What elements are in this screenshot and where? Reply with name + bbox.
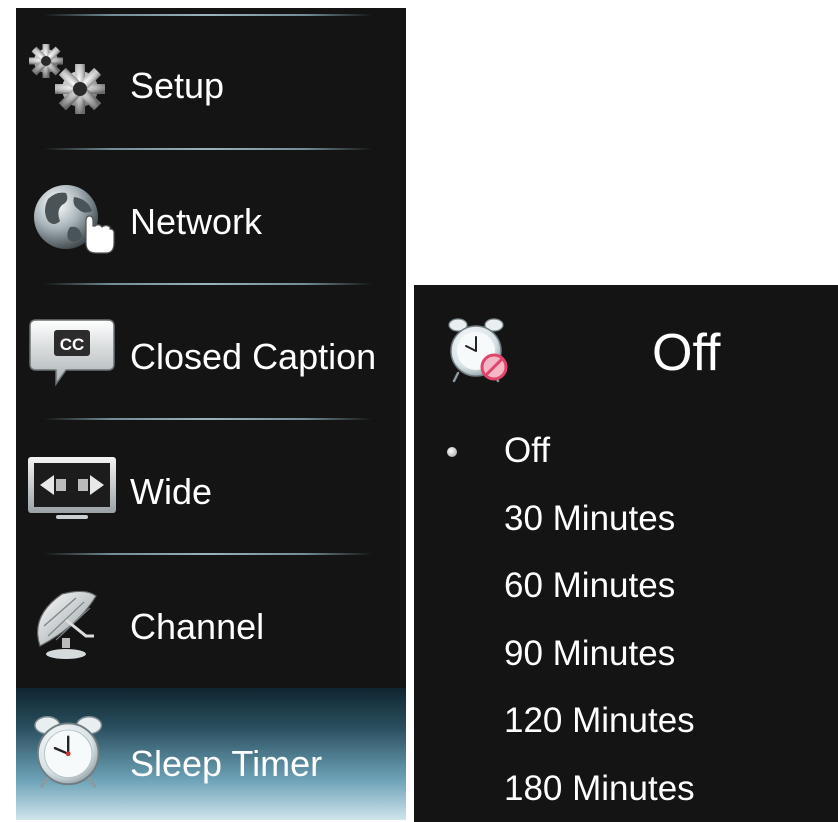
menu-item-wide[interactable]: Wide	[16, 418, 406, 552]
menu-item-label: Closed Caption	[130, 336, 377, 377]
globe-network-icon	[34, 185, 115, 254]
alarm-clock-off-icon	[448, 318, 508, 383]
menu-separator	[44, 148, 372, 150]
sleep-timer-panel: Off Off 30 Minutes 60 Minutes 90 Minutes…	[414, 285, 838, 822]
satellite-dish-icon	[37, 590, 97, 659]
current-value: Off	[652, 324, 721, 382]
cc-badge-text: CC	[60, 335, 85, 354]
menu-separator	[44, 553, 372, 555]
menu-item-channel[interactable]: Channel	[16, 553, 406, 687]
menu-item-sleep-timer[interactable]: Sleep Timer	[16, 688, 406, 820]
option-120-minutes[interactable]: 120 Minutes	[504, 701, 695, 741]
selected-bullet	[447, 447, 457, 457]
menu-item-setup[interactable]: Setup	[16, 8, 406, 142]
closed-caption-icon: CC	[29, 319, 115, 387]
menu-separator	[44, 14, 372, 16]
menu-item-label: Sleep Timer	[130, 743, 323, 784]
menu-item-closed-caption[interactable]: CC Closed Caption	[16, 283, 406, 417]
gears-icon	[29, 44, 105, 114]
option-90-minutes[interactable]: 90 Minutes	[504, 634, 675, 674]
settings-menu: Setup Network CC Closed Caption Wide Cha…	[16, 8, 406, 820]
alarm-clock-icon	[34, 716, 103, 788]
option-off[interactable]: Off	[504, 431, 550, 471]
menu-item-label: Wide	[130, 471, 213, 512]
option-60-minutes[interactable]: 60 Minutes	[504, 566, 675, 606]
option-30-minutes[interactable]: 30 Minutes	[504, 499, 675, 539]
menu-separator	[44, 418, 372, 420]
option-180-minutes[interactable]: 180 Minutes	[504, 769, 695, 809]
menu-separator	[44, 283, 372, 285]
menu-item-label: Channel	[130, 606, 265, 647]
menu-item-network[interactable]: Network	[16, 148, 406, 282]
wide-screen-icon	[28, 457, 116, 519]
menu-item-label: Network	[130, 201, 263, 242]
menu-item-label: Setup	[130, 65, 225, 106]
